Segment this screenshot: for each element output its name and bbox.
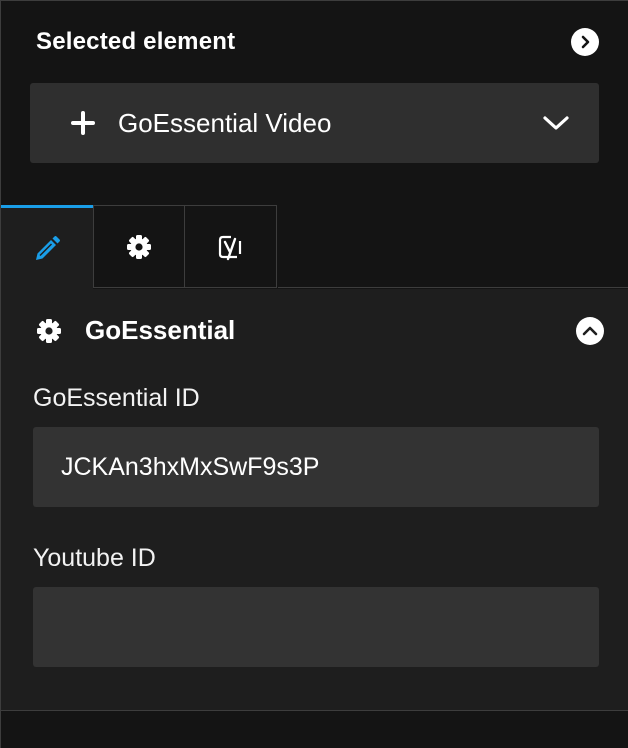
chevron-down-icon (543, 116, 569, 130)
tabs-divider (278, 287, 628, 288)
pencil-icon (36, 235, 60, 260)
panel-footer (1, 711, 628, 748)
element-select-dropdown[interactable]: GoEssential Video (30, 83, 599, 163)
section-title: GoEssential (85, 315, 236, 345)
element-panel: Selected element GoEssential Video GoEss… (0, 0, 628, 748)
tab-settings[interactable] (93, 205, 185, 288)
youtube-id-input[interactable] (33, 587, 599, 667)
selected-element-header: Selected element GoEssential Video (1, 1, 628, 205)
chevron-right-circle-icon[interactable] (571, 28, 599, 56)
goessential-section: GoEssential GoEssential ID Youtube ID (1, 289, 628, 710)
gear-icon (37, 318, 61, 343)
selected-element-title: Selected element (36, 28, 236, 55)
gear-icon (127, 234, 151, 259)
chevron-up-circle-icon[interactable] (576, 316, 604, 345)
youtube-id-label: Youtube ID (33, 544, 156, 572)
selected-element-title-row: Selected element (36, 28, 599, 56)
panel-tabs (1, 205, 628, 289)
section-header[interactable]: GoEssential (35, 315, 604, 346)
tab-seo[interactable] (185, 205, 277, 288)
yoast-icon (218, 235, 241, 260)
goessential-id-input[interactable] (33, 427, 599, 507)
goessential-id-label: GoEssential ID (33, 384, 200, 412)
tab-edit[interactable] (1, 205, 93, 289)
element-select-label: GoEssential Video (118, 107, 332, 138)
plus-icon (71, 111, 95, 135)
